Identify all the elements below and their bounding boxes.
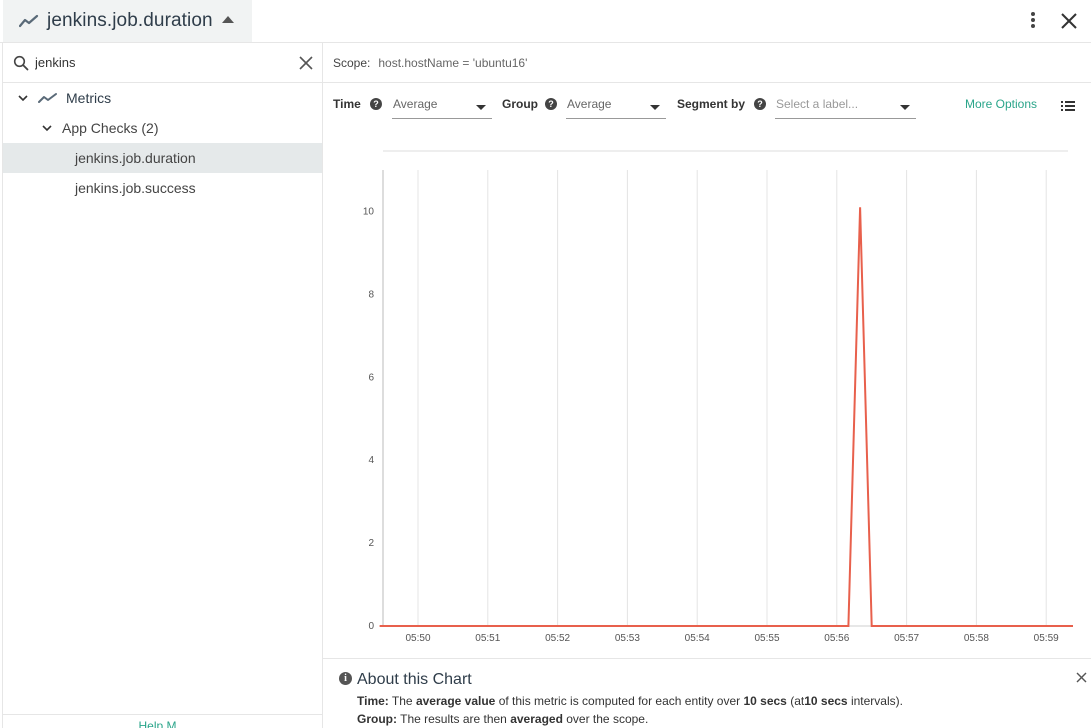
sidebar: Metrics App Checks (2) jenkins.job.durat… xyxy=(2,43,323,728)
select-placeholder: Select a label... xyxy=(776,97,859,111)
chart-controls: Time ? Average Group ? Average Segment b… xyxy=(333,92,1083,120)
x-tick-label: 05:58 xyxy=(964,633,989,644)
about-emphasis: 10 secs xyxy=(743,694,787,708)
x-tick-label: 05:53 xyxy=(615,633,640,644)
y-tick-label: 0 xyxy=(368,621,374,632)
info-icon: i xyxy=(339,672,352,685)
about-emphasis: averaged xyxy=(510,712,563,726)
x-tick-label: 05:51 xyxy=(475,633,500,644)
x-tick-label: 05:56 xyxy=(824,633,849,644)
more-options-link[interactable]: More Options xyxy=(965,97,1037,111)
about-group-label: Group: xyxy=(357,712,397,726)
help-icon[interactable]: ? xyxy=(370,98,382,110)
tree-item-metrics[interactable]: Metrics xyxy=(3,83,322,113)
about-group-line: Group: The results are then averaged ove… xyxy=(357,712,648,726)
about-panel: i About this Chart Time: The average val… xyxy=(323,658,1091,728)
tree-item-label: App Checks (2) xyxy=(62,120,159,136)
metric-title-tab[interactable]: jenkins.job.duration xyxy=(3,0,252,42)
segment-label: Segment by xyxy=(677,97,746,111)
x-tick-label: 05:55 xyxy=(754,633,779,644)
group-aggregation-select[interactable]: Average xyxy=(566,92,666,119)
x-tick-label: 05:50 xyxy=(405,633,430,644)
help-icon[interactable]: ? xyxy=(754,98,766,110)
metric-explorer: jenkins.job.duration jenkins Metrics App… xyxy=(0,0,1091,728)
y-tick-label: 8 xyxy=(368,289,374,300)
more-menu-icon[interactable] xyxy=(1022,10,1044,32)
select-value: Average xyxy=(393,97,438,111)
tree-item-jenkins-job-duration[interactable]: jenkins.job.duration xyxy=(3,143,322,173)
about-text: The results are then xyxy=(400,712,507,726)
about-text: over the scope. xyxy=(566,712,649,726)
about-emphasis: 10 secs xyxy=(804,694,848,708)
clear-search-icon[interactable] xyxy=(299,56,313,70)
x-tick-label: 05:52 xyxy=(545,633,570,644)
tree-item-label: jenkins.job.duration xyxy=(75,150,196,166)
close-icon[interactable] xyxy=(1058,10,1080,32)
dropdown-arrow-icon xyxy=(476,105,486,110)
scope-label: Scope: xyxy=(333,55,371,70)
page-title: jenkins.job.duration xyxy=(47,10,213,31)
time-aggregation-select[interactable]: Average xyxy=(392,92,492,119)
chevron-down-icon[interactable] xyxy=(42,123,52,133)
trend-icon xyxy=(38,93,57,103)
segment-by-select[interactable]: Select a label... xyxy=(775,92,916,119)
list-icon[interactable] xyxy=(1061,100,1075,112)
select-value: Average xyxy=(567,97,612,111)
tree-item-jenkins-job-success[interactable]: jenkins.job.success xyxy=(3,173,322,203)
y-tick-label: 4 xyxy=(368,455,374,466)
caret-up-icon[interactable] xyxy=(222,16,234,23)
time-label: Time xyxy=(333,97,361,111)
y-tick-label: 10 xyxy=(363,206,375,217)
x-tick-label: 05:59 xyxy=(1034,633,1059,644)
x-tick-label: 05:57 xyxy=(894,633,919,644)
y-tick-label: 6 xyxy=(368,372,374,383)
chevron-down-icon[interactable] xyxy=(18,93,28,103)
search-input[interactable] xyxy=(35,55,275,70)
about-heading: About this Chart xyxy=(357,671,472,688)
about-time-label: Time: xyxy=(357,694,389,708)
tree-item-app-checks[interactable]: App Checks (2) xyxy=(3,113,322,143)
about-time-line: Time: The average value of this metric i… xyxy=(357,694,903,708)
series-line xyxy=(379,207,1073,627)
line-chart: 05:50 05:51 05:52 05:53 05:54 05:55 05:56 05:57… xyxy=(363,150,1073,644)
tree-item-label: jenkins.job.success xyxy=(75,180,196,196)
about-text: The xyxy=(391,694,413,708)
about-text: (at xyxy=(790,694,805,708)
tree-item-label: Metrics xyxy=(66,90,112,106)
trend-icon xyxy=(19,14,39,28)
about-text: of this metric is computed for each enti… xyxy=(498,694,741,708)
scope-bar: Scope: host.hostName = 'ubuntu16' xyxy=(323,43,1091,83)
about-text: intervals). xyxy=(850,694,903,708)
y-tick-label: 2 xyxy=(368,538,374,549)
header: jenkins.job.duration xyxy=(0,0,1091,43)
x-tick-label: 05:54 xyxy=(685,633,710,644)
about-emphasis: average value xyxy=(415,694,496,708)
scope-value[interactable]: host.hostName = 'ubuntu16' xyxy=(378,56,527,70)
chart: 05:50 05:51 05:52 05:53 05:54 05:55 05:56 05:57… xyxy=(323,130,1091,658)
dropdown-arrow-icon xyxy=(650,105,660,110)
help-icon[interactable]: ? xyxy=(545,98,557,110)
group-label: Group xyxy=(502,97,538,111)
search-icon xyxy=(13,55,29,70)
search-bar xyxy=(3,43,322,83)
dropdown-arrow-icon xyxy=(900,105,910,110)
help-link[interactable]: Help M... xyxy=(3,714,322,728)
close-icon[interactable] xyxy=(1076,672,1087,683)
